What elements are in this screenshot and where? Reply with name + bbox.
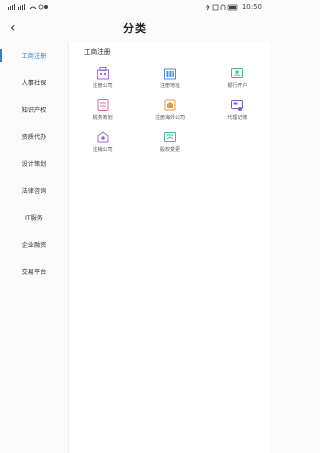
equity-change-icon [163,130,177,144]
service-tax-planning[interactable]: 税务筹划 [69,98,136,121]
sidebar-item-label: 设计策划 [21,161,47,168]
content-panel: 工商注册 注册公司 注册地址 银行开户 税务筹划 注册海外公司 代理记账 注销公… [68,42,270,453]
service-label: 注销公司 [92,147,113,153]
status-right: 10:50 [205,3,262,11]
cancel-company-icon [96,130,110,144]
page-title: 分类 [123,22,147,35]
sidebar-item-label: IT服务 [25,215,43,222]
service-label: 银行开户 [227,83,248,89]
building-icon [96,66,110,80]
service-bank-account[interactable]: 银行开户 [204,66,271,89]
service-label: 注册公司 [92,83,113,89]
sidebar-item-financing[interactable]: 企业融资 [0,231,68,258]
address-icon [163,66,177,80]
sidebar-item-label: 企业融资 [21,242,47,249]
service-register-company[interactable]: 注册公司 [69,66,136,89]
sidebar-item-intellectual-property[interactable]: 知识产权 [0,96,68,123]
service-label: 注册海外公司 [154,115,185,121]
nav-bar: ‹ 分类 [0,14,270,42]
sidebar-item-trading[interactable]: 交易平台 [0,258,68,285]
signal-indicators [8,4,48,10]
service-deregister-company[interactable]: 注销公司 [69,130,136,153]
sidebar-item-label: 交易平台 [21,269,47,276]
bank-card-icon [230,66,244,80]
sidebar-item-label: 工商注册 [21,53,47,60]
clock: 10:50 [241,3,262,11]
service-label: 注册地址 [159,83,180,89]
back-button[interactable]: ‹ [10,20,24,36]
sidebar-item-business-registration[interactable]: 工商注册 [0,42,68,69]
overseas-icon [163,98,177,112]
service-register-address[interactable]: 注册地址 [136,66,203,89]
sidebar-item-label: 法律咨询 [21,188,47,195]
service-label: 股权变更 [159,147,180,153]
sidebar-item-it-services[interactable]: IT服务 [0,204,68,231]
sidebar-item-design[interactable]: 设计策划 [0,150,68,177]
sidebar-item-qualification[interactable]: 资质代办 [0,123,68,150]
section-title: 工商注册 [84,48,111,56]
status-bar: 10:50 [0,0,270,14]
sidebar-item-legal[interactable]: 法律咨询 [0,177,68,204]
category-sidebar: 工商注册 人事社保 知识产权 资质代办 设计策划 法律咨询 IT服务 企业融资 … [0,42,68,453]
service-label: 税务筹划 [92,115,113,121]
service-equity-change[interactable]: 股权变更 [136,130,203,153]
service-overseas-company[interactable]: 注册海外公司 [136,98,203,121]
signal-icon [8,4,48,10]
system-icons [205,4,238,10]
sidebar-item-label: 资质代办 [21,134,47,141]
sidebar-item-hr-social-security[interactable]: 人事社保 [0,69,68,96]
service-bookkeeping[interactable]: 代理记账 [204,98,271,121]
sidebar-item-label: 人事社保 [21,80,47,87]
service-label: 代理记账 [227,115,248,121]
accounting-icon [230,98,244,112]
sidebar-item-label: 知识产权 [21,107,47,114]
tax-plan-icon [96,98,110,112]
service-grid: 注册公司 注册地址 银行开户 税务筹划 注册海外公司 代理记账 注销公司 股权变… [69,66,271,153]
